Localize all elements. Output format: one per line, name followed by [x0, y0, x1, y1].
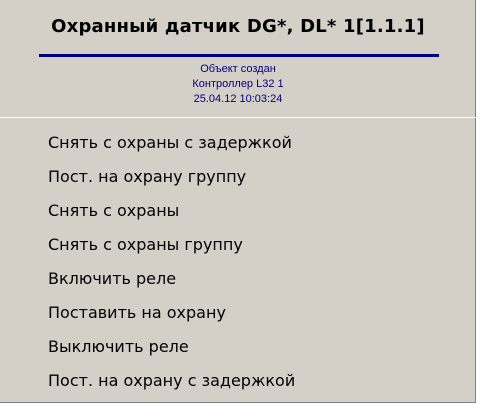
menu-item-relay-on[interactable]: Включить реле: [0, 262, 476, 296]
sensor-title: Охранный датчик DG*, DL* 1[1.1.1]: [51, 16, 425, 37]
info-block: Объект создан Контроллер L32 1 25.04.12 …: [10, 62, 466, 107]
menu-separator: [0, 117, 476, 118]
menu-item-disarm-with-delay[interactable]: Снять с охраны с задержкой: [0, 126, 476, 160]
menu-item-arm-with-delay[interactable]: Пост. на охрану с задержкой: [0, 364, 476, 398]
info-controller: Контроллер L32 1: [192, 78, 284, 90]
info-timestamp: 25.04.12 10:03:24: [193, 93, 283, 105]
title-underline: [39, 54, 439, 57]
menu-item-disarm[interactable]: Снять с охраны: [0, 194, 476, 228]
info-status: Объект создан: [200, 63, 276, 75]
menu-item-arm[interactable]: Поставить на охрану: [0, 296, 476, 330]
menu-item-disarm-group[interactable]: Снять с охраны группу: [0, 228, 476, 262]
menu-header: Охранный датчик DG*, DL* 1[1.1.1] Объект…: [10, 6, 466, 118]
menu-item-arm-group[interactable]: Пост. на охрану группу: [0, 160, 476, 194]
menu-item-relay-off[interactable]: Выключить реле: [0, 330, 476, 364]
menu-items: Снять с охраны с задержкой Пост. на охра…: [0, 126, 476, 398]
context-menu: Охранный датчик DG*, DL* 1[1.1.1] Объект…: [0, 0, 476, 403]
